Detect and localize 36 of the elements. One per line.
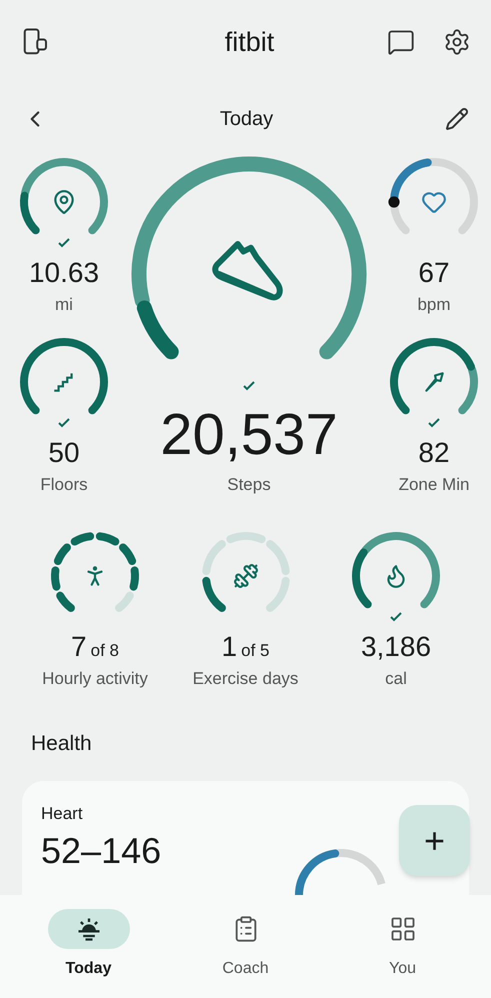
date-label: Today [220,107,274,132]
stat-label: bpm [417,294,451,316]
pencil-icon [445,107,469,131]
stat-label: Exercise days [192,668,298,690]
stat-value: 50 [48,436,80,470]
stat-goal: of 5 [241,640,270,662]
heart-icon [421,189,447,215]
stat-value: 67 [418,256,450,290]
chat-icon [387,28,415,56]
grid-icon [388,915,416,943]
steps-value: 20,537 [160,402,338,468]
stat-label: Zone Min [398,474,470,496]
settings-button[interactable] [443,28,471,56]
nav-tab[interactable]: Coach [180,909,310,998]
messages-button[interactable] [387,28,415,56]
stat-label: mi [55,294,73,316]
card-title: Heart [41,803,83,825]
app-title: fitbit [224,26,274,59]
dumbbell-icon [232,562,258,588]
add-button[interactable]: + [399,805,470,876]
stat-label: Floors [40,474,88,496]
stat-label: Hourly activity [42,668,148,690]
stat-label: cal [385,668,407,690]
stat-label: Steps [227,474,271,496]
stat-goal: of 8 [90,640,119,662]
stat-value: 3,186 [360,630,432,664]
stat-value: 1 [222,630,238,664]
stat-value: 10.63 [28,256,100,290]
nav-tab[interactable]: You [338,909,468,998]
stat-value: 7 [71,630,87,664]
stat-value: 82 [418,436,450,470]
section-heading: Health [31,730,93,756]
edit-button[interactable] [445,107,469,131]
nav-tab[interactable]: Today [24,909,154,998]
heart-rate-range: 52–146 [41,830,162,870]
settings-icon [443,28,471,56]
